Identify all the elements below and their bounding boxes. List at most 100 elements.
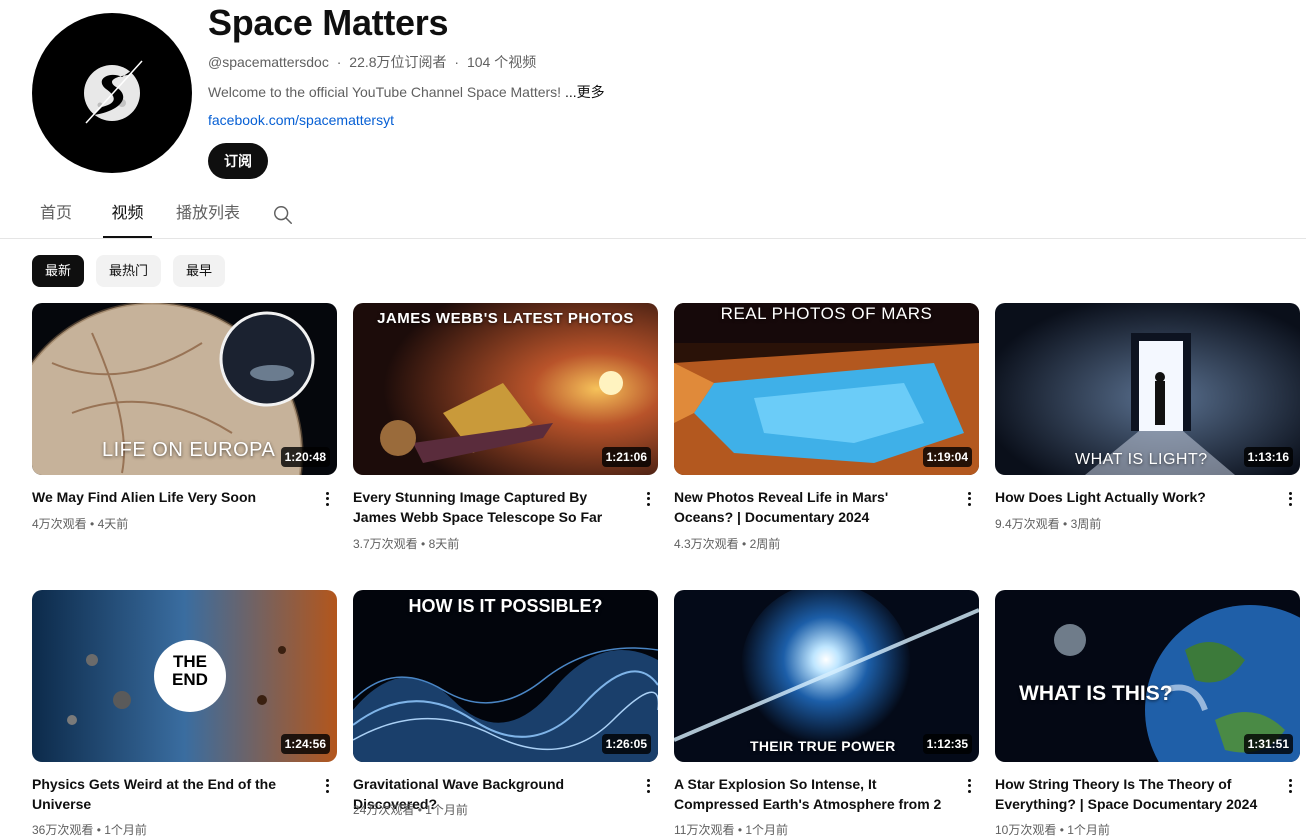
- view-count: 36万次观看: [32, 823, 94, 837]
- video-duration: 1:31:51: [1243, 734, 1293, 754]
- chip-oldest[interactable]: 最早: [173, 255, 225, 287]
- upload-age: 2周前: [749, 537, 781, 551]
- subscribe-button[interactable]: 订阅: [208, 143, 268, 179]
- upload-age: 1个月前: [425, 803, 468, 817]
- channel-handle: @spacemattersdoc: [208, 54, 329, 70]
- meta-dot: •: [1063, 517, 1068, 531]
- more-actions-icon[interactable]: [321, 776, 333, 796]
- meta-dot: •: [742, 537, 747, 551]
- thumbnail-caption: THE END: [172, 652, 208, 689]
- video-meta: 36万次观看 • 1个月前: [32, 821, 147, 838]
- video-meta: 3.7万次观看 • 8天前: [353, 535, 459, 552]
- video-meta: 10万次观看 • 1个月前: [995, 821, 1110, 838]
- meta-separator: ·: [336, 54, 342, 70]
- channel-avatar: [32, 13, 192, 173]
- channel-external-link[interactable]: facebook.com/spacemattersyt: [208, 112, 394, 128]
- channel-meta: @spacemattersdoc · 22.8万位订阅者 · 104 个视频: [208, 52, 536, 72]
- meta-separator: ·: [454, 54, 460, 70]
- view-count: 24万次观看: [353, 803, 415, 817]
- thumbnail-caption: HOW IS IT POSSIBLE?: [408, 596, 603, 616]
- video-card[interactable]: WHAT IS LIGHT? 1:13:16 How Does Light Ac…: [995, 303, 1300, 531]
- video-meta: 4.3万次观看 • 2周前: [674, 535, 780, 552]
- thumbnail-caption: WHAT IS LIGHT?: [1075, 451, 1208, 468]
- space-matters-logo-icon: [84, 60, 143, 124]
- video-thumbnail[interactable]: WHAT IS THIS? 1:31:51: [995, 590, 1300, 762]
- video-card[interactable]: THEIR TRUE POWER 1:12:35 A Star Explosio…: [674, 590, 979, 837]
- video-meta: 11万次观看 • 1个月前: [674, 821, 788, 838]
- video-duration: 1:26:05: [601, 734, 651, 754]
- meta-dot: •: [90, 517, 95, 531]
- video-card[interactable]: WHAT IS THIS? 1:31:51 How String Theory …: [995, 590, 1300, 837]
- view-count: 10万次观看: [995, 823, 1057, 837]
- thumbnail-caption: REAL PHOTOS OF MARS: [720, 304, 933, 323]
- view-count: 11万次观看: [674, 823, 735, 837]
- meta-dot: •: [421, 537, 426, 551]
- video-thumbnail[interactable]: LIFE ON EUROPA 1:20:48: [32, 303, 337, 475]
- video-card[interactable]: JAMES WEBB'S LATEST PHOTOS 1:21:06 Every…: [353, 303, 658, 551]
- video-count: 104 个视频: [466, 54, 537, 70]
- meta-dot: •: [417, 803, 422, 817]
- video-meta: 9.4万次观看 • 3周前: [995, 515, 1101, 532]
- subscriber-count: 22.8万位订阅者: [349, 54, 447, 70]
- more-actions-icon[interactable]: [963, 489, 975, 509]
- more-actions-icon[interactable]: [1284, 776, 1296, 796]
- tab-playlists[interactable]: 播放列表: [172, 196, 244, 238]
- video-duration: 1:24:56: [280, 734, 330, 754]
- more-actions-icon[interactable]: [1284, 489, 1296, 509]
- thumbnail-caption: LIFE ON EUROPA: [102, 439, 276, 461]
- description-text: Welcome to the official YouTube Channel …: [208, 84, 565, 100]
- video-title[interactable]: Physics Gets Weird at the End of the Uni…: [32, 774, 300, 814]
- chip-latest[interactable]: 最新: [32, 255, 84, 287]
- upload-age: 1个月前: [104, 823, 147, 837]
- video-card[interactable]: THE END 1:24:56 Physics Gets Weird at th…: [32, 590, 337, 837]
- video-card[interactable]: LIFE ON EUROPA 1:20:48 We May Find Alien…: [32, 303, 337, 531]
- video-title[interactable]: Every Stunning Image Captured By James W…: [353, 487, 621, 527]
- video-duration: 1:20:48: [280, 447, 330, 467]
- channel-tabs: 首页 视频 播放列表: [0, 196, 1306, 239]
- channel-name: Space Matters: [208, 2, 449, 43]
- more-actions-icon[interactable]: [321, 489, 333, 509]
- video-meta: 4万次观看 • 4天前: [32, 515, 128, 532]
- chip-popular[interactable]: 最热门: [96, 255, 161, 287]
- thumbnail-caption: THEIR TRUE POWER: [750, 738, 896, 754]
- video-meta: 24万次观看 • 1个月前: [353, 801, 468, 818]
- upload-age: 8天前: [428, 537, 460, 551]
- meta-dot: •: [96, 823, 101, 837]
- thumbnail-caption: JAMES WEBB'S LATEST PHOTOS: [377, 310, 634, 327]
- view-count: 3.7万次观看: [353, 537, 418, 551]
- upload-age: 1个月前: [745, 823, 789, 837]
- video-duration: 1:21:06: [601, 447, 651, 467]
- tab-home[interactable]: 首页: [32, 196, 80, 238]
- upload-age: 4天前: [97, 517, 129, 531]
- more-link[interactable]: ...更多: [565, 84, 605, 100]
- search-icon[interactable]: [272, 204, 294, 226]
- more-actions-icon[interactable]: [963, 776, 975, 796]
- channel-description[interactable]: Welcome to the official YouTube Channel …: [208, 82, 605, 102]
- more-actions-icon[interactable]: [642, 776, 654, 796]
- video-title[interactable]: A Star Explosion So Intense, It Compress…: [674, 774, 942, 814]
- meta-dot: •: [1059, 823, 1064, 837]
- video-thumbnail[interactable]: THEIR TRUE POWER 1:12:35: [674, 590, 979, 762]
- video-thumbnail[interactable]: WHAT IS LIGHT? 1:13:16: [995, 303, 1300, 475]
- tab-videos[interactable]: 视频: [103, 196, 152, 238]
- video-title[interactable]: How Does Light Actually Work?: [995, 487, 1263, 507]
- view-count: 4万次观看: [32, 517, 87, 531]
- view-count: 4.3万次观看: [674, 537, 739, 551]
- more-actions-icon[interactable]: [642, 489, 654, 509]
- video-thumbnail[interactable]: HOW IS IT POSSIBLE? 1:26:05: [353, 590, 658, 762]
- video-thumbnail[interactable]: REAL PHOTOS OF MARS 1:19:04: [674, 303, 979, 475]
- video-card[interactable]: HOW IS IT POSSIBLE? 1:26:05 Gravitationa…: [353, 590, 658, 817]
- view-count: 9.4万次观看: [995, 517, 1060, 531]
- video-title[interactable]: How String Theory Is The Theory of Every…: [995, 774, 1263, 814]
- video-duration: 1:13:16: [1243, 447, 1293, 467]
- video-duration: 1:12:35: [922, 734, 972, 754]
- video-thumbnail[interactable]: THE END 1:24:56: [32, 590, 337, 762]
- meta-dot: •: [737, 823, 743, 837]
- video-duration: 1:19:04: [922, 447, 972, 467]
- thumbnail-caption: WHAT IS THIS?: [1019, 682, 1173, 705]
- video-thumbnail[interactable]: JAMES WEBB'S LATEST PHOTOS 1:21:06: [353, 303, 658, 475]
- video-title[interactable]: We May Find Alien Life Very Soon: [32, 487, 300, 507]
- video-card[interactable]: REAL PHOTOS OF MARS 1:19:04 New Photos R…: [674, 303, 979, 551]
- upload-age: 3周前: [1070, 517, 1102, 531]
- video-title[interactable]: New Photos Reveal Life in Mars' Oceans? …: [674, 487, 942, 527]
